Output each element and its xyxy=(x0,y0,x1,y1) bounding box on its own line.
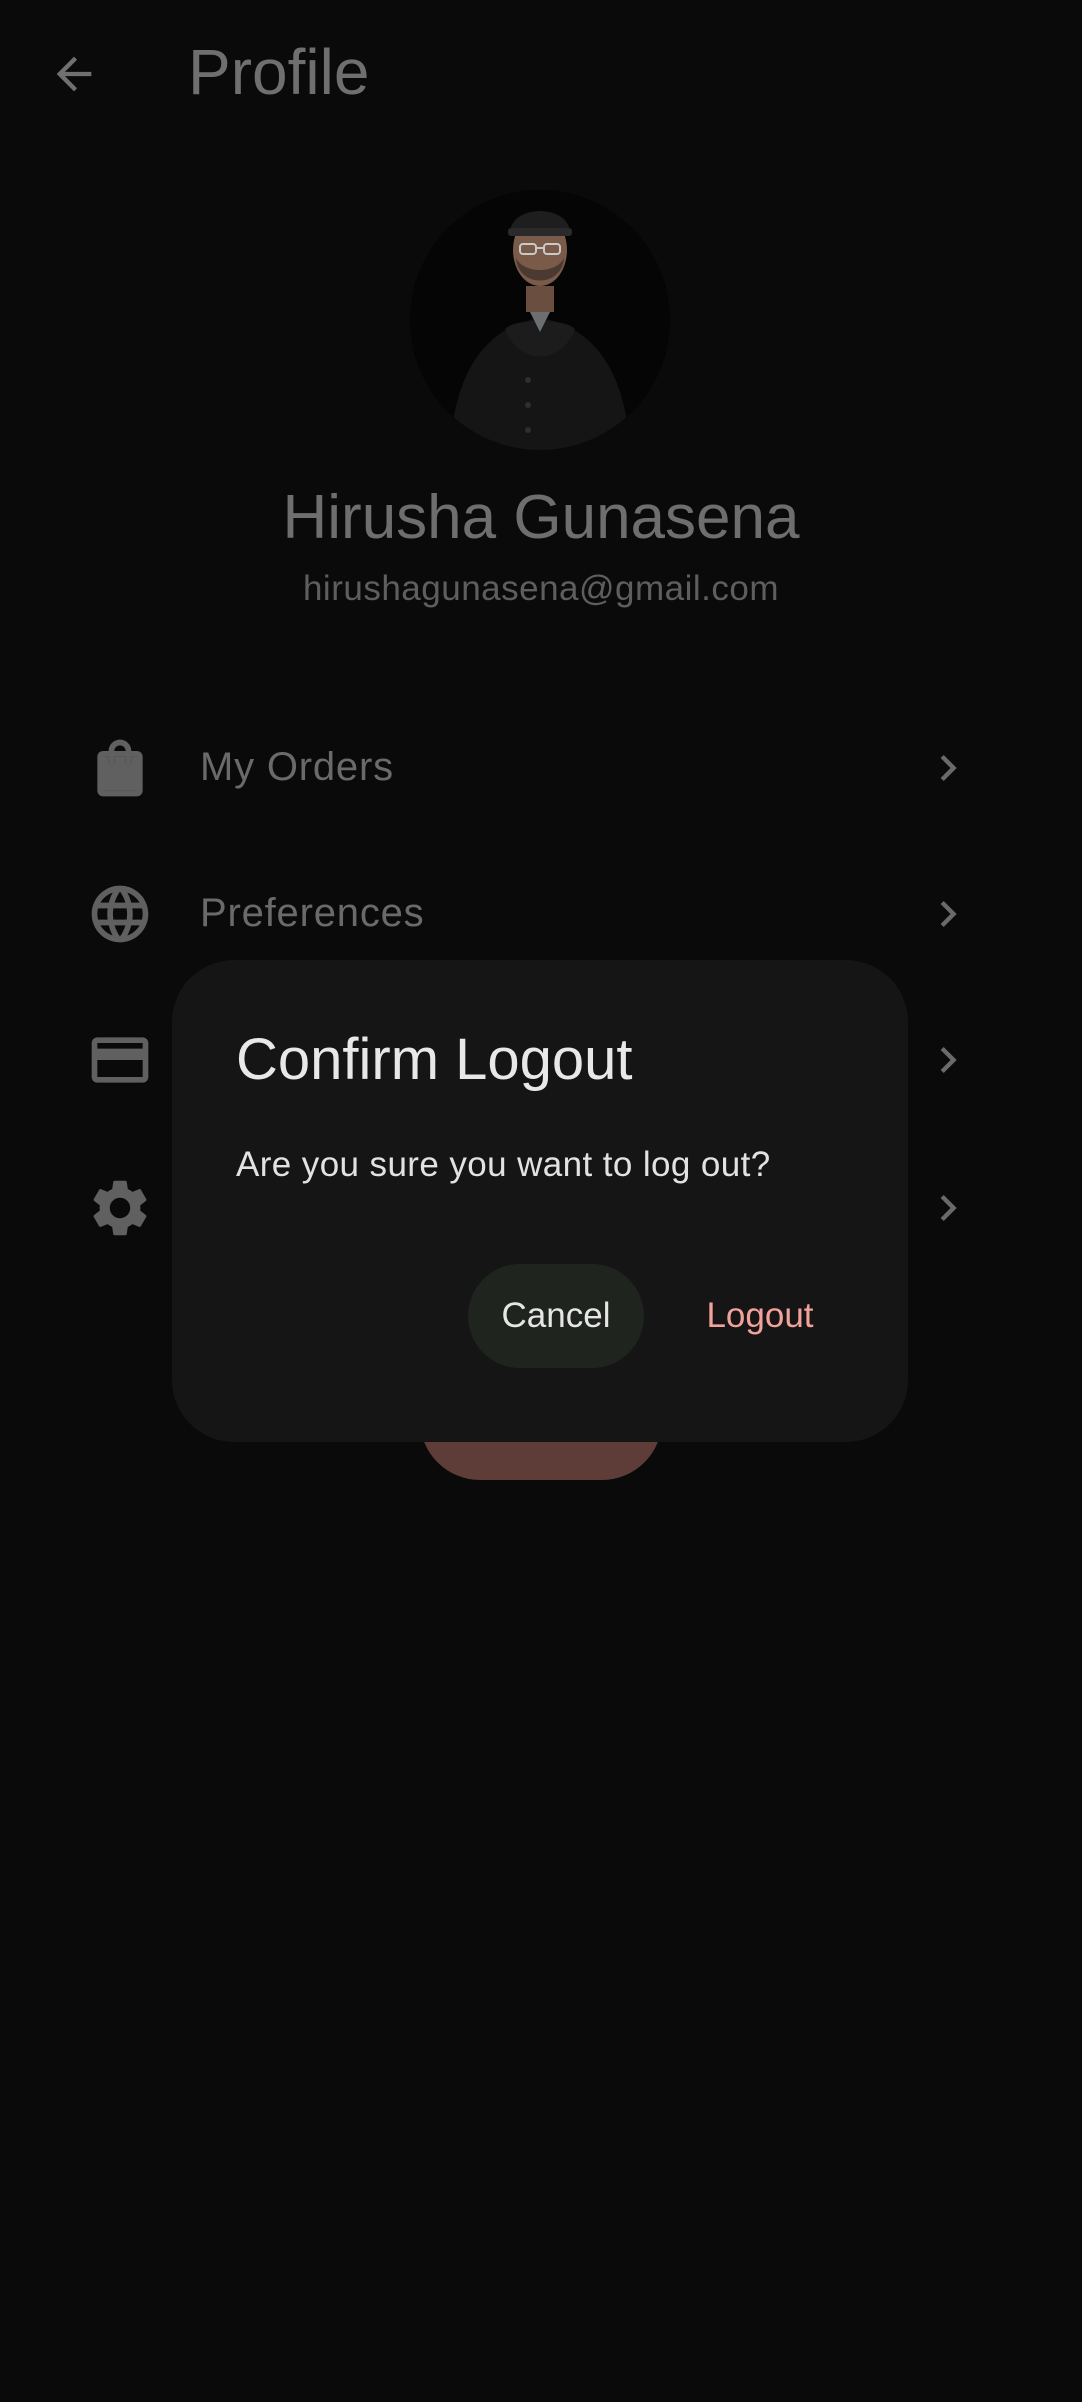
avatar xyxy=(410,190,670,450)
arrow-back-icon xyxy=(56,56,92,92)
menu-item-label: My Orders xyxy=(200,745,394,789)
shopping-bag-icon xyxy=(86,734,154,802)
menu-item-preferences[interactable]: Preferences xyxy=(80,858,980,968)
confirm-logout-dialog: Confirm Logout Are you sure you want to … xyxy=(172,960,908,1442)
user-name: Hirusha Gunasena xyxy=(282,483,800,552)
menu-item-label: Preferences xyxy=(200,891,425,935)
chevron-right-icon xyxy=(922,1182,974,1234)
app-bar: Profile xyxy=(0,0,1082,150)
chevron-right-icon xyxy=(922,1034,974,1086)
menu-item-my-orders[interactable]: My Orders xyxy=(80,712,980,822)
gear-icon xyxy=(86,1174,154,1242)
chevron-right-icon xyxy=(922,742,974,794)
dialog-message: Are you sure you want to log out? xyxy=(236,1145,771,1184)
confirm-logout-button[interactable]: Logout xyxy=(672,1264,848,1368)
profile-screen: Profile Hirusha Gunasena hirushagunasena… xyxy=(0,0,1082,2402)
back-button[interactable] xyxy=(36,36,112,112)
dialog-title: Confirm Logout xyxy=(236,1027,633,1092)
globe-icon xyxy=(86,880,154,948)
cancel-button[interactable]: Cancel xyxy=(468,1264,644,1368)
chevron-right-icon xyxy=(922,888,974,940)
credit-card-icon xyxy=(86,1026,154,1094)
user-email: hirushagunasena@gmail.com xyxy=(302,569,780,608)
page-title: Profile xyxy=(188,36,370,108)
